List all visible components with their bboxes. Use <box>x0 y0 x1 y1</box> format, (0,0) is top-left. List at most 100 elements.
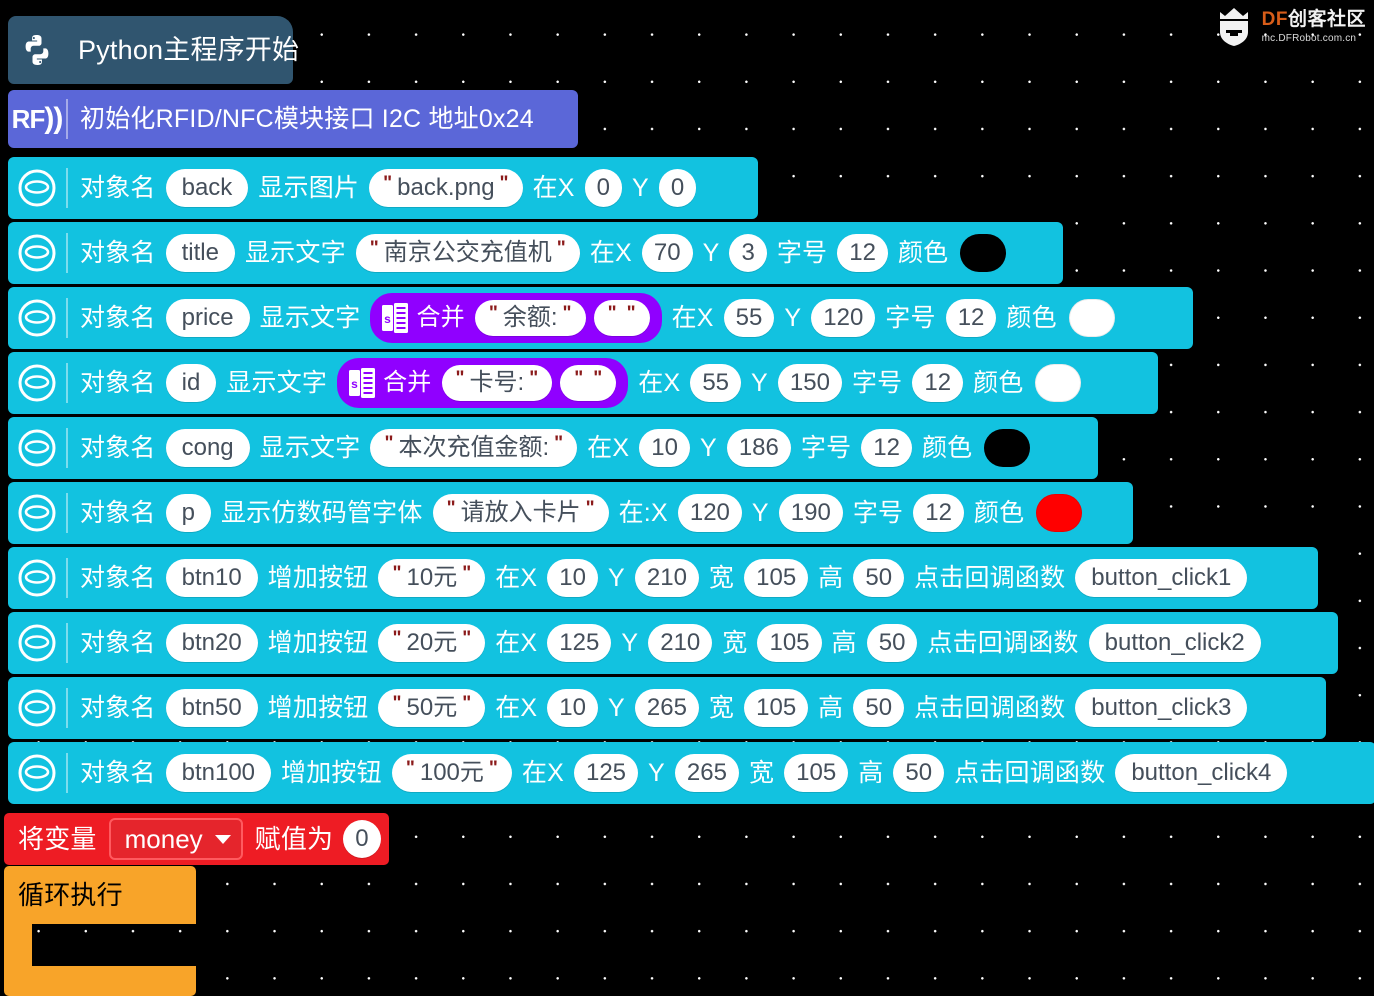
x-field[interactable]: 120 <box>677 494 742 532</box>
width-field[interactable]: 105 <box>784 754 849 792</box>
font-size-field[interactable]: 12 <box>913 494 964 532</box>
object-name-field[interactable]: cong <box>165 429 250 467</box>
y-label: Y <box>621 628 639 657</box>
display-block-row[interactable]: 对象名 id 显示文字 s 合并 " 卡号: " " " 在X 55 Y 150 字号 12 颜色 <box>8 352 1158 414</box>
row-divider <box>66 363 68 403</box>
display-block-row[interactable]: 对象名 btn50 增加按钮 " 50元 " 在X 10 Y 265 宽 105 高 50 点击回调函数 bu… <box>8 677 1326 739</box>
width-field[interactable]: 105 <box>744 559 809 597</box>
y-field[interactable]: 0 <box>658 169 697 207</box>
loop-block-label: 循环执行 <box>18 880 123 910</box>
loop-block-header[interactable]: 循环执行 <box>4 866 196 924</box>
text-merge-block[interactable]: s 合并 " 卡号: " " " <box>337 358 629 408</box>
callback-field[interactable]: button_click2 <box>1088 624 1261 662</box>
display-block-row[interactable]: 对象名 price 显示文字 s 合并 " 余额: " " " 在X 55 Y 120 字号 12 颜色 <box>8 287 1193 349</box>
y-field[interactable]: 150 <box>777 364 842 402</box>
object-name-field[interactable]: p <box>165 494 211 532</box>
text-merge-block[interactable]: s 合并 " 余额: " " " <box>370 293 662 343</box>
x-label: 在X <box>495 628 538 657</box>
merge-operand-b[interactable]: " " <box>560 365 617 401</box>
display-block-row[interactable]: 对象名 cong 显示文字 " 本次充值金额: " 在X 10 Y 186 字号 12 颜色 <box>8 417 1098 479</box>
display-block-row[interactable]: 对象名 btn10 增加按钮 " 10元 " 在X 10 Y 210 宽 105 高 50 点击回调函数 bu… <box>8 547 1318 609</box>
y-field[interactable]: 190 <box>778 494 843 532</box>
width-field[interactable]: 105 <box>757 624 822 662</box>
display-block-row[interactable]: 对象名 title 显示文字 " 南京公交充值机 " 在X 70 Y 3 字号 12 颜色 <box>8 222 1063 284</box>
x-field[interactable]: 10 <box>547 559 598 597</box>
string-quote-mark: " <box>455 367 465 389</box>
value-string-field[interactable]: " 50元 " <box>378 689 486 727</box>
object-name-field[interactable]: btn20 <box>165 624 258 662</box>
color-swatch[interactable] <box>1036 494 1083 532</box>
python-start-hat-block[interactable]: Python主程序开始 <box>8 16 299 84</box>
callback-field[interactable]: button_click3 <box>1075 689 1248 727</box>
callback-field[interactable]: button_click1 <box>1075 559 1248 597</box>
object-name-field[interactable]: price <box>165 299 250 337</box>
action-label: 显示文字 <box>259 303 361 332</box>
y-field[interactable]: 265 <box>634 689 699 727</box>
merge-operand-b[interactable]: " " <box>593 300 650 336</box>
x-field[interactable]: 125 <box>573 754 639 792</box>
x-field[interactable]: 55 <box>723 299 775 337</box>
x-field[interactable]: 10 <box>639 429 690 467</box>
color-swatch[interactable] <box>1035 364 1082 402</box>
y-field[interactable]: 120 <box>811 299 876 337</box>
color-swatch[interactable] <box>1068 299 1115 337</box>
y-field[interactable]: 265 <box>674 754 739 792</box>
set-variable-block[interactable]: 将变量 money 赋值为 0 <box>4 813 389 865</box>
font-size-field[interactable]: 12 <box>945 299 997 337</box>
y-field[interactable]: 210 <box>634 559 699 597</box>
string-quote-mark: " <box>392 692 402 714</box>
font-size-field[interactable]: 12 <box>912 364 964 402</box>
display-screen-icon <box>8 231 66 275</box>
value-string-field-value: 本次充值金额: <box>398 434 550 461</box>
height-label: 高 <box>858 758 884 787</box>
color-swatch[interactable] <box>984 429 1031 467</box>
height-field[interactable]: 50 <box>866 624 918 662</box>
merge-operand-a-value: 卡号: <box>469 369 525 396</box>
object-name-field[interactable]: btn100 <box>165 754 272 792</box>
height-field[interactable]: 50 <box>893 754 945 792</box>
value-string-field[interactable]: " 请放入卡片 " <box>432 494 609 532</box>
x-field[interactable]: 10 <box>547 689 598 727</box>
value-string-field[interactable]: " back.png " <box>369 169 523 207</box>
merge-operand-a[interactable]: " 卡号: " <box>441 365 553 401</box>
font-size-field[interactable]: 12 <box>837 234 888 272</box>
object-name-field[interactable]: btn10 <box>165 559 258 597</box>
value-string-field-value: 10元 <box>406 564 458 591</box>
display-block-row[interactable]: 对象名 back 显示图片 " back.png " 在X 0 Y 0 <box>8 157 758 219</box>
color-swatch[interactable] <box>960 234 1007 272</box>
value-string-field[interactable]: " 本次充值金额: " <box>370 429 578 467</box>
x-label: 在X <box>589 238 632 267</box>
display-block-row[interactable]: 对象名 p 显示仿数码管字体 " 请放入卡片 " 在:X 120 Y 190 字号 12 颜色 <box>8 482 1133 544</box>
action-label: 增加按钮 <box>267 628 369 657</box>
callback-label: 点击回调函数 <box>927 628 1079 657</box>
display-block-row[interactable]: 对象名 btn20 增加按钮 " 20元 " 在X 125 Y 210 宽 105 高 50 点击回调函数 b… <box>8 612 1338 674</box>
variable-dropdown[interactable]: money <box>108 818 243 860</box>
rfid-init-block[interactable]: RF)) 初始化RFID/NFC模块接口 I2C 地址0x24 <box>8 90 578 148</box>
chevron-down-icon <box>214 834 231 844</box>
y-field[interactable]: 186 <box>726 429 791 467</box>
height-field[interactable]: 50 <box>853 559 905 597</box>
object-name-field[interactable]: title <box>165 234 235 272</box>
merge-operand-a[interactable]: " 余额: " <box>474 300 586 336</box>
object-name-field[interactable]: id <box>165 364 217 402</box>
y-field[interactable]: 3 <box>729 234 767 272</box>
set-variable-value-field[interactable]: 0 <box>343 820 381 858</box>
height-field[interactable]: 50 <box>853 689 905 727</box>
x-field[interactable]: 55 <box>690 364 742 402</box>
value-string-field[interactable]: " 南京公交充值机 " <box>355 234 580 272</box>
font-size-label: 字号 <box>776 238 828 267</box>
x-field[interactable]: 125 <box>547 624 612 662</box>
value-string-field[interactable]: " 20元 " <box>378 624 486 662</box>
callback-field[interactable]: button_click4 <box>1115 754 1288 792</box>
object-name-field[interactable]: back <box>165 169 249 207</box>
font-size-field[interactable]: 12 <box>861 429 912 467</box>
value-string-field[interactable]: " 10元 " <box>378 559 486 597</box>
x-field[interactable]: 0 <box>584 169 622 207</box>
object-name-label: 对象名 <box>80 368 156 397</box>
object-name-field[interactable]: btn50 <box>165 689 258 727</box>
width-field[interactable]: 105 <box>744 689 809 727</box>
value-string-field[interactable]: " 100元 " <box>391 754 512 792</box>
display-block-row[interactable]: 对象名 btn100 增加按钮 " 100元 " 在X 125 Y 265 宽 105 高 50 点击回调函… <box>8 742 1374 804</box>
y-field[interactable]: 210 <box>648 624 713 662</box>
x-field[interactable]: 70 <box>641 234 693 272</box>
